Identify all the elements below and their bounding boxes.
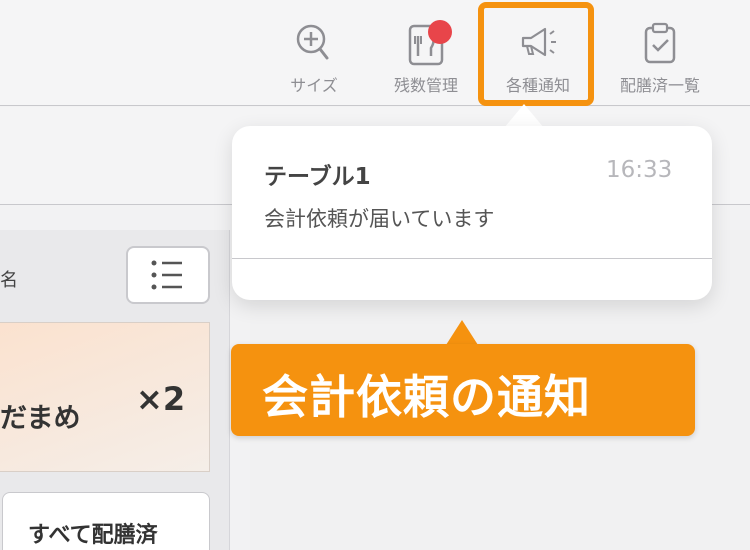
callout-text: 会計依頼の通知: [262, 370, 591, 424]
clipboard-check-icon: [644, 22, 676, 64]
stock-management-button[interactable]: 残数管理: [376, 16, 476, 96]
served-list-label: 配膳済一覧: [619, 76, 700, 95]
list-view-button[interactable]: [126, 246, 210, 304]
notifications-highlight-frame: [478, 2, 594, 106]
notification-badge: [428, 20, 452, 44]
order-item-name: だまめ: [0, 403, 81, 434]
notification-table[interactable]: テーブル1: [264, 157, 371, 191]
size-button[interactable]: サイズ: [264, 16, 364, 96]
served-list-button[interactable]: 配膳済一覧: [610, 16, 710, 96]
panel-header-text: 名: [0, 270, 18, 291]
stock-label: 残数管理: [393, 76, 458, 95]
notification-time: 16:33: [606, 157, 673, 183]
callout-arrow: [446, 320, 478, 345]
zoom-in-icon: [296, 24, 329, 60]
list-icon: [151, 260, 182, 290]
order-item-quantity: ×2: [136, 380, 186, 418]
divider: [232, 258, 712, 259]
serve-all-label: すべて配膳済: [28, 523, 158, 548]
size-label: サイズ: [290, 76, 338, 95]
notification-message[interactable]: 会計依頼が届いています: [264, 203, 494, 233]
popover-arrow: [504, 104, 544, 128]
